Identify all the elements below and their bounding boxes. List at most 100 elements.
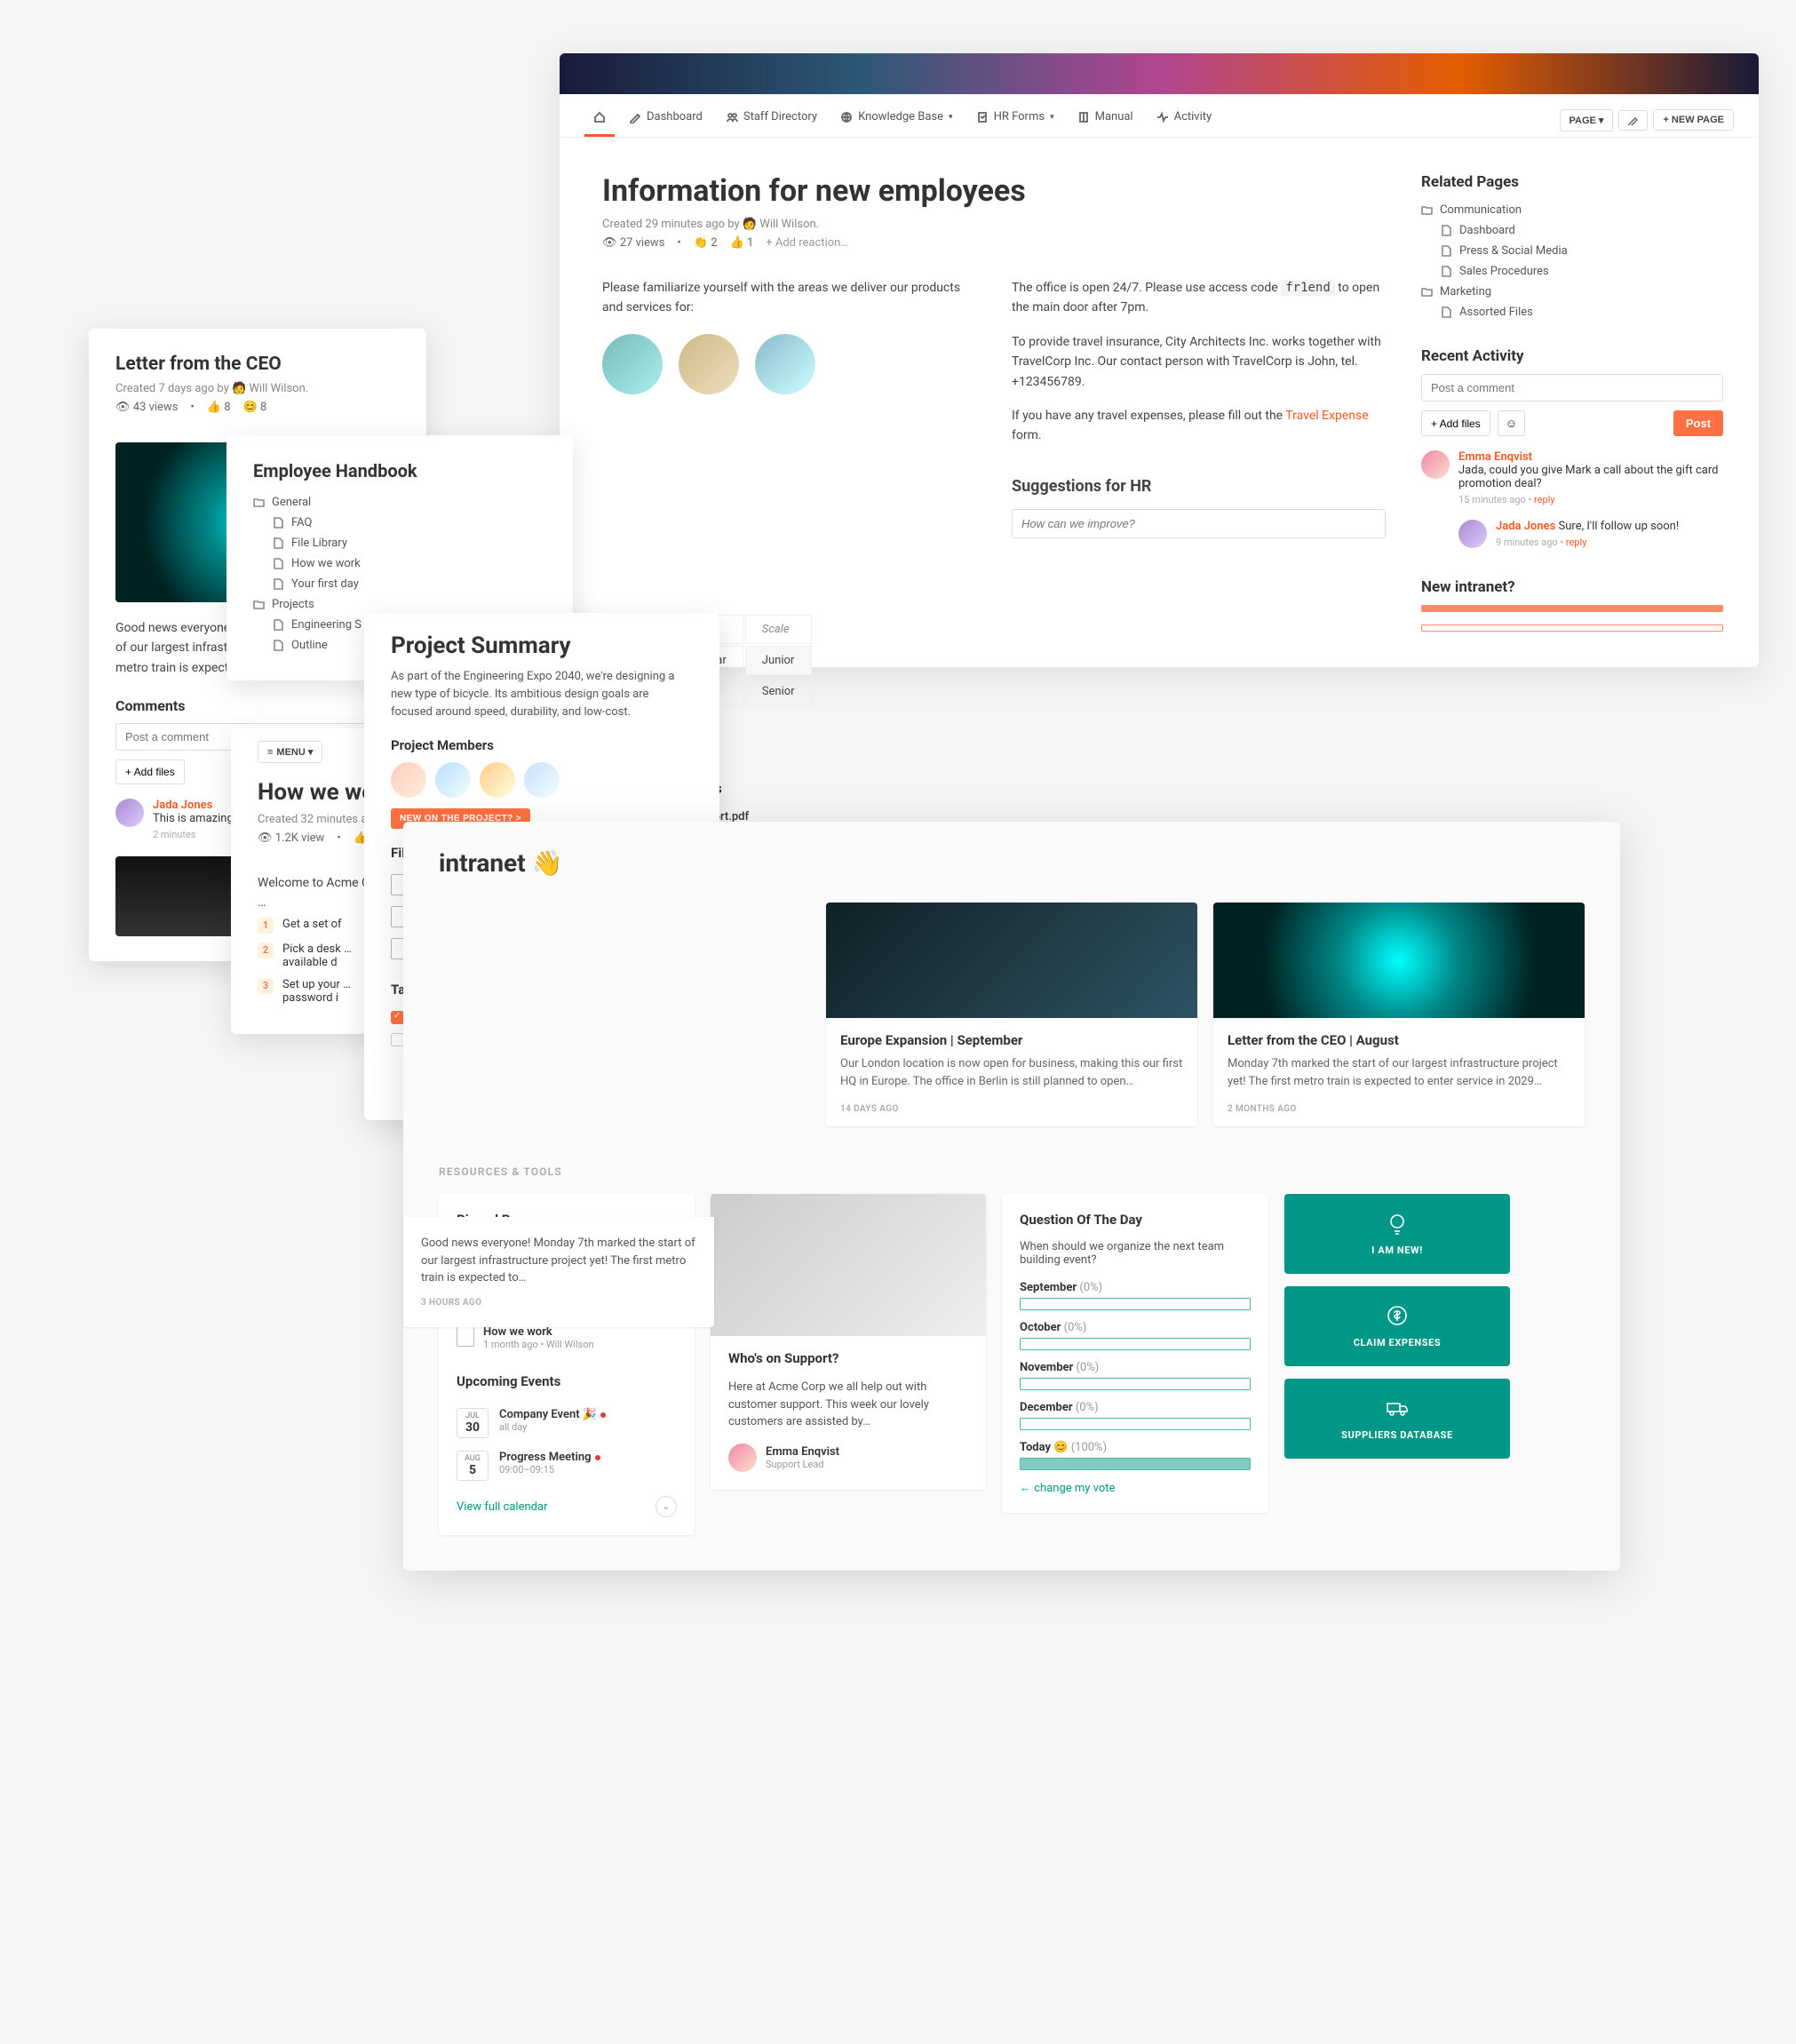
page-meta: Created 29 minutes ago by 🧑 Will Wilson. bbox=[602, 218, 1386, 231]
avatar[interactable] bbox=[435, 762, 471, 798]
location-image bbox=[755, 334, 815, 394]
view-calendar-link[interactable]: View full calendar bbox=[457, 1500, 547, 1514]
nav-hr[interactable]: HR Forms▾ bbox=[967, 103, 1063, 137]
change-vote-link[interactable]: ← change my vote bbox=[1020, 1481, 1251, 1495]
doc-icon bbox=[1441, 245, 1452, 257]
comments-heading: Comments bbox=[115, 697, 400, 714]
checkbox-checked-icon[interactable] bbox=[391, 1011, 404, 1024]
comment-input[interactable] bbox=[1421, 374, 1723, 402]
add-reaction[interactable]: + Add reaction… bbox=[766, 236, 848, 250]
user-link[interactable]: Jada Jones bbox=[1496, 520, 1555, 533]
new-page-button[interactable]: + NEW PAGE bbox=[1653, 109, 1734, 131]
poll-option[interactable] bbox=[1020, 1378, 1251, 1390]
avatar[interactable] bbox=[480, 762, 515, 798]
tree-item[interactable]: File Library bbox=[253, 533, 546, 553]
chevron-down-icon: ▾ bbox=[949, 113, 953, 122]
lightbulb-icon bbox=[1386, 1212, 1409, 1235]
nav-home[interactable] bbox=[584, 104, 615, 137]
poll-option[interactable] bbox=[1020, 1338, 1251, 1350]
reply-link[interactable]: reply bbox=[1566, 537, 1587, 548]
members-heading: Project Members bbox=[391, 737, 693, 753]
calendar-badge: AUG5 bbox=[457, 1451, 489, 1481]
expand-button[interactable]: ⌄ bbox=[656, 1496, 677, 1517]
calendar-badge: JUL30 bbox=[457, 1408, 489, 1438]
nav-staff[interactable]: Staff Directory bbox=[717, 103, 826, 137]
poll-option[interactable] bbox=[1020, 1418, 1251, 1430]
nav-manual[interactable]: Manual bbox=[1069, 103, 1142, 137]
doc-icon bbox=[273, 558, 284, 569]
card-title: Employee Handbook bbox=[253, 460, 546, 481]
poll-option[interactable] bbox=[1020, 1458, 1251, 1470]
travel-expense-link[interactable]: Travel Expense bbox=[1285, 409, 1368, 423]
post-button[interactable]: Post bbox=[1673, 410, 1723, 436]
nav-activity[interactable]: Activity bbox=[1148, 103, 1221, 137]
avatar[interactable] bbox=[391, 762, 426, 798]
tree-item[interactable]: Press & Social Media bbox=[1421, 241, 1723, 261]
poll-heading: New intranet? bbox=[1421, 578, 1723, 596]
tree-item[interactable]: Your first day bbox=[253, 574, 546, 594]
suggestions-input[interactable] bbox=[1012, 509, 1386, 538]
edit-button[interactable] bbox=[1618, 110, 1648, 131]
suggestions-heading: Suggestions for HR bbox=[1012, 474, 1386, 500]
news-card[interactable]: Letter from the CEO | AugustMonday 7th m… bbox=[1213, 903, 1585, 1126]
user-link[interactable]: Emma Enqvist bbox=[1458, 450, 1532, 464]
avatar[interactable] bbox=[524, 762, 560, 798]
user-link[interactable]: Jada Jones bbox=[153, 799, 212, 812]
clipboard-icon bbox=[976, 111, 989, 123]
tile-claim-expenses[interactable]: CLAIM EXPENSES bbox=[1284, 1286, 1510, 1366]
checkbox-icon[interactable] bbox=[391, 1033, 404, 1046]
doc-icon bbox=[273, 517, 284, 529]
reaction-clap[interactable]: 👏 2 bbox=[694, 236, 718, 250]
reaction-thumb[interactable]: 👍 1 bbox=[730, 236, 754, 250]
header-banner bbox=[560, 53, 1759, 94]
emoji-button[interactable]: ☺ bbox=[1498, 410, 1526, 436]
event-item[interactable]: AUG5Progress Meeting09:00–09:15 bbox=[457, 1444, 677, 1487]
people-icon bbox=[726, 111, 738, 123]
poll-option[interactable] bbox=[1020, 1298, 1251, 1310]
add-files-button[interactable]: + Add files bbox=[1421, 410, 1490, 436]
support-image bbox=[711, 1194, 986, 1336]
tree-item[interactable]: Dashboard bbox=[1421, 220, 1723, 241]
tree-item[interactable]: How we work bbox=[253, 553, 546, 574]
folder-icon bbox=[253, 599, 265, 610]
location-image bbox=[602, 334, 663, 394]
tree-group[interactable]: Projects bbox=[253, 594, 546, 615]
doc-icon bbox=[273, 619, 284, 631]
tree-item[interactable]: FAQ bbox=[253, 513, 546, 533]
menu-button[interactable]: ≡MENU ▾ bbox=[258, 741, 322, 763]
dollar-icon bbox=[1386, 1304, 1409, 1327]
tile-i-am-new[interactable]: I AM NEW! bbox=[1284, 1194, 1510, 1274]
pencil-icon bbox=[629, 111, 641, 123]
tree-item[interactable]: Assorted Files bbox=[1421, 302, 1723, 322]
access-code: fr1end bbox=[1281, 280, 1335, 296]
qotd-heading: Question Of The Day bbox=[1020, 1212, 1251, 1228]
tree-group[interactable]: General bbox=[253, 492, 546, 513]
add-files-button[interactable]: + Add files bbox=[115, 760, 185, 784]
event-item[interactable]: JUL30Company Event 🎉all day bbox=[457, 1402, 677, 1444]
pulse-icon bbox=[1156, 111, 1169, 123]
intranet-card: intranet 👋 Europe Expansion | SeptemberO… bbox=[403, 822, 1620, 1571]
home-icon bbox=[593, 111, 606, 123]
location-image bbox=[679, 334, 739, 394]
nav-kb[interactable]: Knowledge Base▾ bbox=[831, 103, 961, 137]
qotd-card: Question Of The Day When should we organ… bbox=[1002, 1194, 1268, 1513]
doc-icon bbox=[1441, 266, 1452, 277]
tree-item[interactable]: Sales Procedures bbox=[1421, 261, 1723, 282]
news-card[interactable]: Europe Expansion | SeptemberOur London l… bbox=[826, 903, 1197, 1126]
doc-icon bbox=[1441, 225, 1452, 236]
folder-icon bbox=[1421, 204, 1433, 216]
avatar bbox=[1421, 450, 1450, 479]
tree-group[interactable]: Marketing bbox=[1421, 282, 1723, 302]
events-heading: Upcoming Events bbox=[457, 1373, 677, 1389]
live-dot-icon bbox=[595, 1455, 600, 1460]
news-image bbox=[1213, 903, 1585, 1018]
doc-icon bbox=[1441, 306, 1452, 318]
tree-group[interactable]: Communication bbox=[1421, 200, 1723, 220]
reactions-bar: 👁 27 views• 👏 2 👍 1 + Add reaction… bbox=[602, 236, 1386, 250]
page-menu-button[interactable]: PAGE ▾ bbox=[1560, 109, 1614, 131]
doc-icon bbox=[273, 578, 284, 590]
recent-heading: Recent Activity bbox=[1421, 347, 1723, 365]
tile-suppliers[interactable]: SUPPLIERS DATABASE bbox=[1284, 1379, 1510, 1459]
nav-dashboard[interactable]: Dashboard bbox=[620, 103, 711, 137]
reply-link[interactable]: reply bbox=[1534, 494, 1555, 505]
